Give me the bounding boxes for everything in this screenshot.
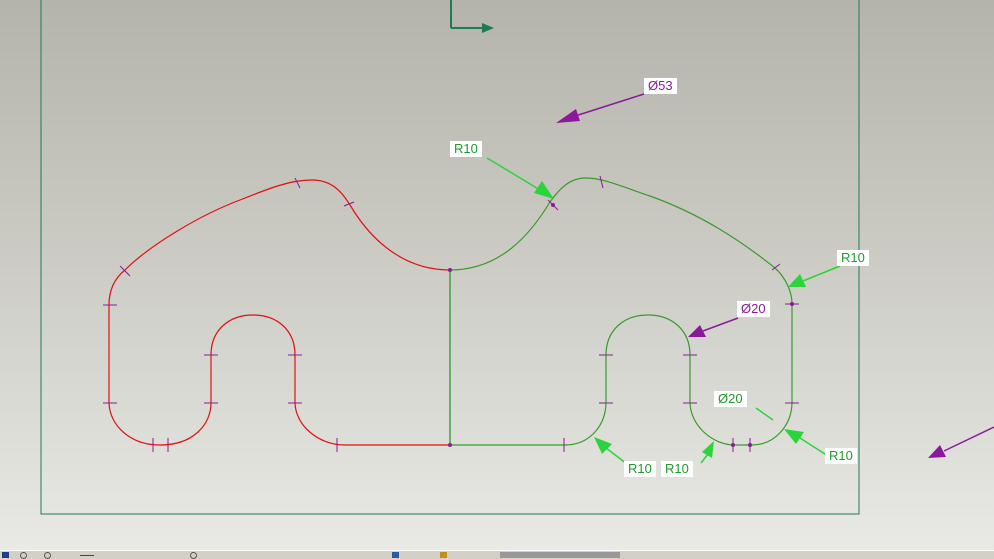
axis-icon (450, 0, 494, 33)
settings-icon[interactable] (500, 552, 620, 558)
layer-icon[interactable] (392, 552, 399, 558)
rotate-icon[interactable] (80, 555, 94, 556)
dimension-r10-right[interactable]: R10 (837, 250, 869, 266)
dimension-r10-bottom-mid[interactable]: R10 (661, 461, 693, 477)
drawing-viewport[interactable]: Ø53 R10 R10 Ø20 Ø20 R10 R10 R10 (0, 0, 994, 550)
view-icon[interactable] (2, 552, 9, 558)
dimension-dia53[interactable]: Ø53 (644, 78, 677, 94)
sketch-profile-red[interactable] (108, 179, 451, 446)
dimension-dia20-green[interactable]: Ø20 (714, 391, 747, 407)
dimension-dia20-magenta[interactable]: Ø20 (737, 301, 770, 317)
constraint-ticks (103, 175, 799, 452)
sketch-points (448, 203, 794, 447)
dimension-arrows (486, 93, 994, 465)
sketch-canvas[interactable] (0, 0, 994, 550)
dimension-r10-top[interactable]: R10 (450, 141, 482, 157)
dimension-r10-bottom-right[interactable]: R10 (825, 448, 857, 464)
save-icon[interactable] (440, 552, 447, 558)
dimension-r10-bottom-left[interactable]: R10 (624, 461, 656, 477)
